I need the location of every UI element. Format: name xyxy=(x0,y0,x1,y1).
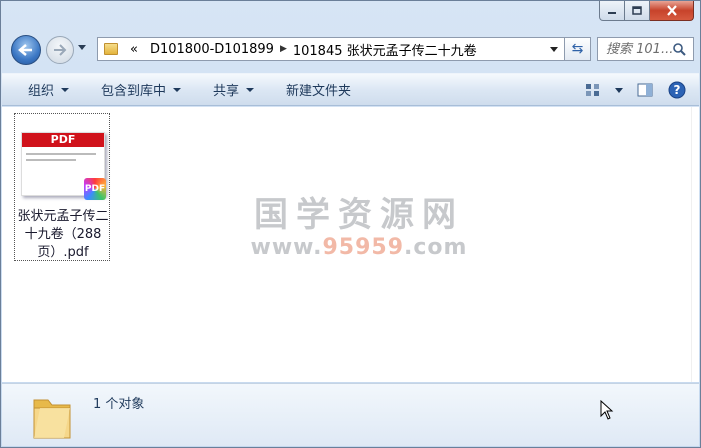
address-bar[interactable]: « D101800-D101899 ▶ 101845 张状元孟子传二十九卷 xyxy=(97,37,565,61)
preview-pane-icon xyxy=(637,83,653,97)
organize-menu[interactable]: 组织 xyxy=(2,78,81,102)
view-controls: ? xyxy=(581,78,689,102)
breadcrumb-overflow[interactable]: « xyxy=(124,42,144,57)
forward-button[interactable] xyxy=(46,36,74,64)
help-button[interactable]: ? xyxy=(665,78,689,102)
search-box[interactable] xyxy=(597,37,694,61)
change-view-button[interactable] xyxy=(581,78,605,102)
svg-text:?: ? xyxy=(674,83,681,97)
refresh-button[interactable]: ⇆ xyxy=(565,37,591,61)
breadcrumb-segment-parent[interactable]: D101800-D101899 xyxy=(144,42,280,57)
search-icon[interactable] xyxy=(672,42,686,56)
command-bar: 组织 包含到库中 共享 新建文件夹 ? xyxy=(2,73,699,106)
thumbnail-label: PDF xyxy=(22,133,104,147)
close-button[interactable] xyxy=(650,1,694,21)
include-library-menu[interactable]: 包含到库中 xyxy=(81,78,193,102)
watermark-main-text: 国学资源网 xyxy=(254,195,464,235)
navigation-bar: « D101800-D101899 ▶ 101845 张状元孟子传二十九卷 ⇆ xyxy=(9,33,694,65)
content-edge xyxy=(691,107,699,382)
close-icon xyxy=(666,5,677,16)
include-library-label: 包含到库中 xyxy=(101,84,167,99)
maximize-button[interactable] xyxy=(625,1,650,21)
preview-pane-button[interactable] xyxy=(633,78,657,102)
file-name[interactable]: 张状元孟子传二十九卷（288页）.pdf xyxy=(15,208,111,262)
watermark-url-number: 95959 xyxy=(322,235,405,260)
view-grid-icon xyxy=(586,84,599,96)
folder-icon xyxy=(104,43,118,55)
item-count: 1 个对象 xyxy=(93,397,145,412)
file-item-pdf[interactable]: PDF PDF 张状元孟子传二十九卷（288页）.pdf xyxy=(14,113,110,261)
file-list-pane[interactable]: PDF PDF 张状元孟子传二十九卷（288页）.pdf 国学资源网 www.9… xyxy=(2,107,691,382)
watermark-url: www.95959.com xyxy=(244,235,474,261)
folder-icon xyxy=(33,399,71,439)
explorer-window: « D101800-D101899 ▶ 101845 张状元孟子传二十九卷 ⇆ … xyxy=(0,0,701,448)
share-label: 共享 xyxy=(213,84,240,99)
view-options-dropdown[interactable] xyxy=(613,78,625,102)
help-icon: ? xyxy=(668,81,686,99)
new-folder-label: 新建文件夹 xyxy=(286,84,352,99)
chevron-down-icon xyxy=(173,87,182,92)
back-button[interactable] xyxy=(11,35,41,65)
search-input[interactable] xyxy=(606,41,672,57)
mouse-cursor-icon xyxy=(600,400,614,420)
watermark: 国学资源网 www.95959.com xyxy=(244,195,474,261)
address-dropdown-icon[interactable] xyxy=(550,46,558,52)
watermark-url-prefix: www. xyxy=(250,235,323,260)
chevron-down-icon xyxy=(615,87,623,93)
recent-pages-dropdown[interactable] xyxy=(78,45,86,50)
minimize-icon xyxy=(608,11,616,14)
breadcrumb-segment-current[interactable]: 101845 张状元孟子传二十九卷 xyxy=(287,40,483,59)
chevron-down-icon xyxy=(246,87,255,92)
details-pane: 1 个对象 xyxy=(2,383,699,446)
organize-label: 组织 xyxy=(28,84,55,99)
breadcrumb-separator-icon[interactable]: ▶ xyxy=(280,44,287,54)
maximize-icon xyxy=(632,6,642,15)
arrow-left-icon xyxy=(18,44,32,56)
new-folder-button[interactable]: 新建文件夹 xyxy=(266,78,363,102)
thumbnail-text-line xyxy=(26,153,96,155)
thumbnail-text-line xyxy=(26,159,76,161)
arrow-right-icon xyxy=(54,44,67,56)
pdf-file-icon: PDF xyxy=(84,178,106,200)
caption-buttons xyxy=(599,1,694,22)
chevron-down-icon xyxy=(61,87,70,92)
share-menu[interactable]: 共享 xyxy=(193,78,266,102)
watermark-url-suffix: .com xyxy=(404,235,468,260)
refresh-icon: ⇆ xyxy=(571,41,584,57)
minimize-button[interactable] xyxy=(599,1,625,21)
